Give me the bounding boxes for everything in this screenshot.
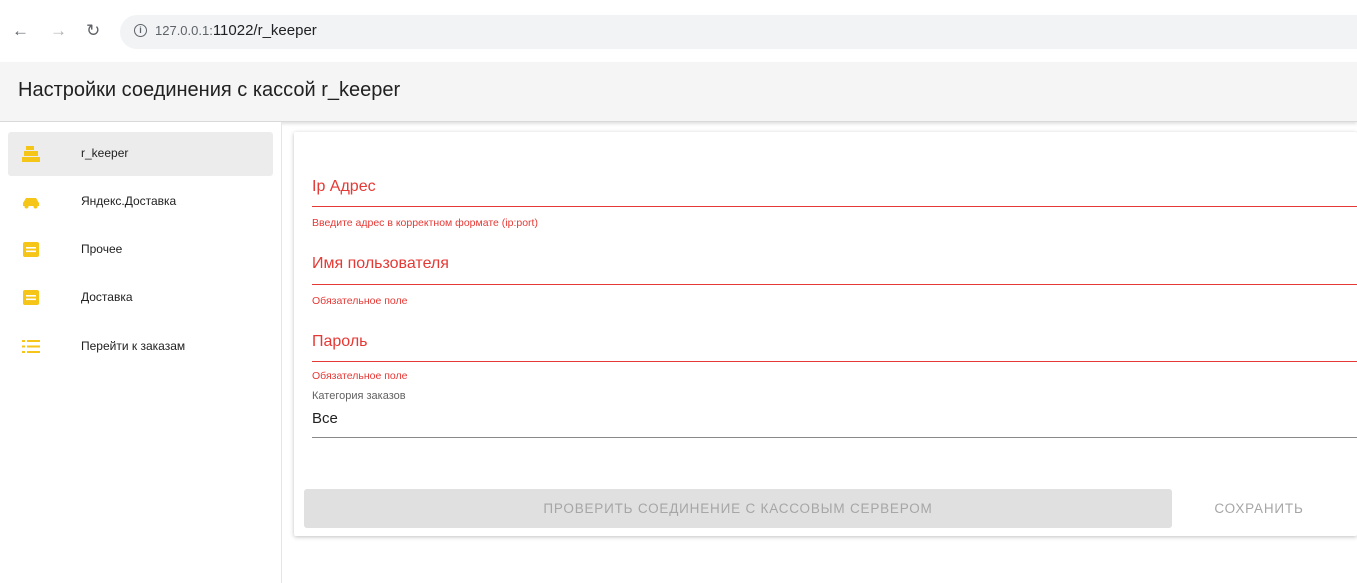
ip-address-error: Введите адрес в корректном формате (ip:p… — [312, 217, 538, 229]
sidebar-item-r-keeper[interactable]: r_keeper — [8, 132, 273, 176]
sidebar-item-label: Прочее — [81, 242, 123, 256]
order-category-underline — [312, 437, 1357, 438]
sidebar-item-other[interactable]: Прочее — [8, 228, 273, 272]
sidebar-item-label: r_keeper — [81, 146, 129, 160]
password-underline — [312, 361, 1357, 362]
forward-arrow-icon[interactable]: → — [50, 21, 67, 41]
username-label: Имя пользователя — [312, 255, 449, 272]
site-info-icon[interactable]: i — [134, 24, 147, 37]
username-underline — [312, 284, 1357, 285]
password-error: Обязательное поле — [312, 370, 408, 382]
password-label: Пароль — [312, 333, 368, 350]
list-icon — [22, 340, 40, 353]
reload-icon[interactable]: ↻ — [86, 21, 100, 41]
browser-toolbar: ← → ↻ i 127.0.0.1:11022/r_keeper — [0, 0, 1357, 62]
url-text[interactable]: 127.0.0.1:11022/r_keeper — [155, 22, 317, 39]
username-error: Обязательное поле — [312, 295, 408, 307]
sidebar-item-delivery[interactable]: Доставка — [8, 276, 273, 320]
sidebar-item-label: Перейти к заказам — [81, 339, 186, 353]
save-button[interactable]: СОХРАНИТЬ — [1194, 489, 1324, 528]
url-host: 127.0.0.1: — [155, 23, 213, 38]
page-title: Настройки соединения с кассой r_keeper — [18, 79, 401, 101]
sidebar-item-label: Доставка — [81, 290, 133, 304]
order-category-select[interactable]: Все — [312, 410, 338, 427]
car-icon — [23, 198, 39, 209]
ip-address-underline — [312, 206, 1357, 207]
sidebar-item-label: Яндекс.Доставка — [81, 194, 177, 208]
sidebar-item-yandex-delivery[interactable]: Яндекс.Доставка — [8, 180, 273, 224]
message-icon — [23, 242, 39, 257]
url-path: 11022/r_keeper — [212, 22, 317, 39]
back-arrow-icon[interactable]: ← — [12, 21, 29, 41]
sidebar-item-orders[interactable]: Перейти к заказам — [8, 325, 273, 369]
cash-register-icon — [22, 146, 40, 162]
order-category-label: Категория заказов — [312, 390, 406, 402]
message-icon — [23, 290, 39, 305]
app-header: Настройки соединения с кассой r_keeper — [0, 62, 1357, 122]
settings-card: Ip Адрес Введите адрес в корректном форм… — [294, 132, 1357, 536]
sidebar: r_keeper Яндекс.Доставка Прочее Доставка — [0, 122, 282, 583]
ip-address-label: Ip Адрес — [312, 178, 376, 195]
check-connection-button[interactable]: ПРОВЕРИТЬ СОЕДИНЕНИЕ С КАССОВЫМ СЕРВЕРОМ — [304, 489, 1172, 528]
